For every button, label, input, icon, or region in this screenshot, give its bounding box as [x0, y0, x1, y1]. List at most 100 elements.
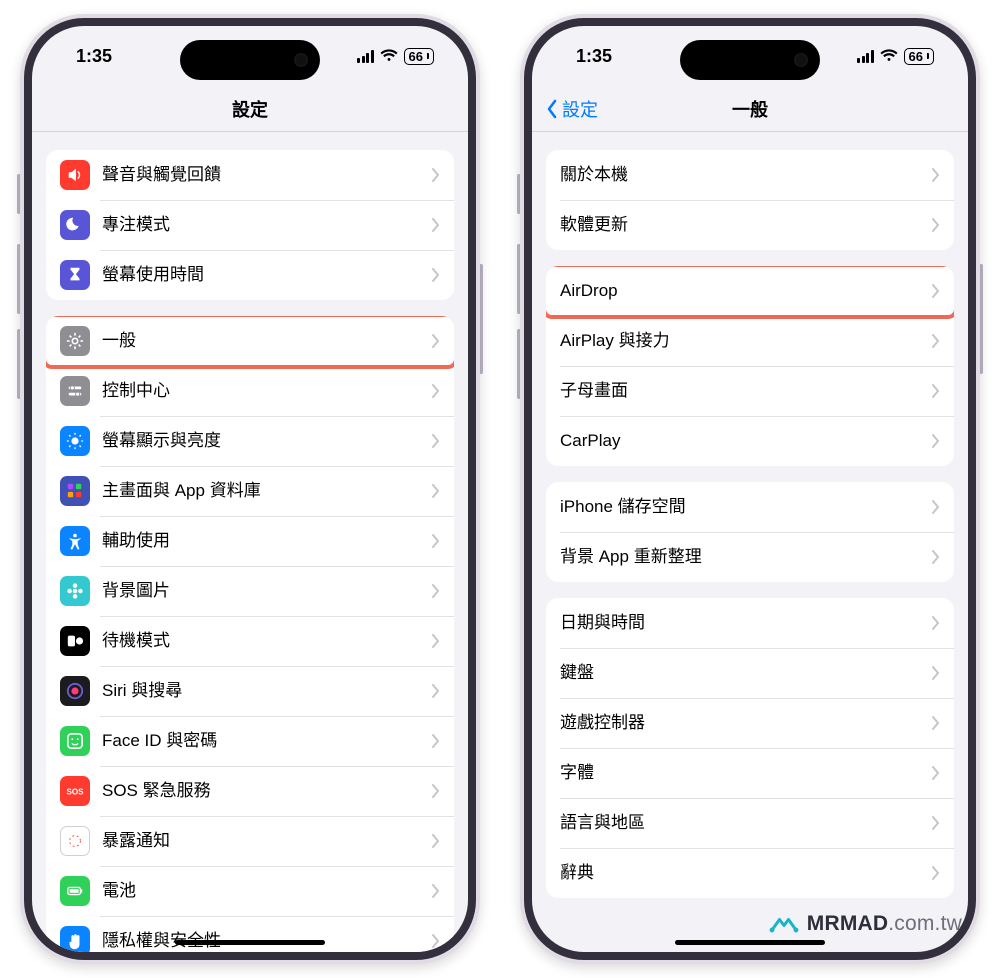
row-label: 聲音與觸覺回饋: [102, 164, 432, 185]
row-label: 專注模式: [102, 214, 432, 235]
row-label: 一般: [102, 330, 432, 351]
cellular-icon: [357, 50, 374, 63]
chevron-right-icon: [932, 616, 940, 630]
chevron-right-icon: [932, 716, 940, 730]
row-label: 辭典: [560, 862, 932, 883]
row-control[interactable]: 控制中心: [46, 366, 454, 416]
chevron-right-icon: [932, 168, 940, 182]
row-general[interactable]: 一般: [46, 316, 454, 366]
wifi-icon: [880, 49, 898, 63]
chevron-right-icon: [432, 218, 440, 232]
row-airplay[interactable]: AirPlay 與接力: [546, 316, 954, 366]
row-label: 背景圖片: [102, 580, 432, 601]
page-title: 設定: [232, 96, 268, 122]
chevron-right-icon: [932, 666, 940, 680]
general-list[interactable]: 關於本機軟體更新 AirDrop AirPlay 與接力子母畫面 CarPlay iPh…: [532, 132, 968, 952]
grid-icon: [60, 476, 90, 506]
status-time: 1:35: [576, 46, 612, 67]
watermark-suffix: .com.tw: [888, 912, 962, 935]
chevron-right-icon: [432, 934, 440, 948]
row-lang[interactable]: 語言與地區: [546, 798, 954, 848]
chevron-right-icon: [432, 434, 440, 448]
chevron-right-icon: [932, 384, 940, 398]
row-siri[interactable]: Siri 與搜尋: [46, 666, 454, 716]
chevron-right-icon: [432, 634, 440, 648]
chevron-right-icon: [432, 584, 440, 598]
row-label: 待機模式: [102, 630, 432, 651]
phone-general: 1:35 66 設定 一般 關於本機軟體更新 AirDrop AirPlay 與接力…: [520, 14, 980, 964]
page-title: 一般: [732, 96, 768, 122]
row-label: 螢幕使用時間: [102, 264, 432, 285]
row-storage[interactable]: iPhone 儲存空間: [546, 482, 954, 532]
chevron-right-icon: [432, 168, 440, 182]
row-bgapp[interactable]: 背景 App 重新整理: [546, 532, 954, 582]
phone-settings: 1:35 66 設定 聲音與觸覺回饋專注模式螢幕使用時間一般控制中心螢幕顯示與亮…: [20, 14, 480, 964]
home-indicator[interactable]: [675, 940, 825, 945]
row-label: 螢幕顯示與亮度: [102, 430, 432, 451]
row-standby[interactable]: 待機模式: [46, 616, 454, 666]
row-exposure[interactable]: 暴露通知: [46, 816, 454, 866]
exposure-icon: [60, 826, 90, 856]
row-pip[interactable]: 子母畫面: [546, 366, 954, 416]
row-datetime[interactable]: 日期與時間: [546, 598, 954, 648]
standby-icon: [60, 626, 90, 656]
status-time: 1:35: [76, 46, 112, 67]
row-label: 子母畫面: [560, 380, 932, 401]
row-sos[interactable]: SOS 緊急服務: [46, 766, 454, 816]
battery-icon: [60, 876, 90, 906]
sos-icon: [60, 776, 90, 806]
row-focus[interactable]: 專注模式: [46, 200, 454, 250]
wifi-icon: [380, 49, 398, 63]
stage: 1:35 66 設定 聲音與觸覺回饋專注模式螢幕使用時間一般控制中心螢幕顯示與亮…: [0, 0, 1000, 978]
battery-icon: 66: [404, 48, 434, 65]
row-update[interactable]: 軟體更新: [546, 200, 954, 250]
row-battery[interactable]: 電池: [46, 866, 454, 916]
row-about[interactable]: 關於本機: [546, 150, 954, 200]
row-label: 關於本機: [560, 164, 932, 185]
accessibility-icon: [60, 526, 90, 556]
watermark: MRMAD.com.tw: [769, 912, 962, 936]
battery-icon: 66: [904, 48, 934, 65]
row-faceid[interactable]: Face ID 與密碼: [46, 716, 454, 766]
settings-list[interactable]: 聲音與觸覺回饋專注模式螢幕使用時間一般控制中心螢幕顯示與亮度主畫面與 App 資…: [32, 132, 468, 952]
chevron-right-icon: [932, 550, 940, 564]
back-button[interactable]: 設定: [546, 96, 598, 122]
dynamic-island: [180, 40, 320, 80]
row-sounds[interactable]: 聲音與觸覺回饋: [46, 150, 454, 200]
row-label: 鍵盤: [560, 662, 932, 683]
chevron-right-icon: [932, 766, 940, 780]
chevron-right-icon: [432, 484, 440, 498]
chevron-right-icon: [432, 834, 440, 848]
chevron-right-icon: [432, 334, 440, 348]
dynamic-island: [680, 40, 820, 80]
row-label: SOS 緊急服務: [102, 780, 432, 801]
flower-icon: [60, 576, 90, 606]
navbar: 設定: [32, 86, 468, 132]
row-gamectrl[interactable]: 遊戲控制器: [546, 698, 954, 748]
row-dict[interactable]: 辭典: [546, 848, 954, 898]
row-label: AirPlay 與接力: [560, 330, 932, 351]
screen: 1:35 66 設定 聲音與觸覺回饋專注模式螢幕使用時間一般控制中心螢幕顯示與亮…: [32, 26, 468, 952]
row-fonts[interactable]: 字體: [546, 748, 954, 798]
home-indicator[interactable]: [175, 940, 325, 945]
chevron-right-icon: [432, 534, 440, 548]
row-display[interactable]: 螢幕顯示與亮度: [46, 416, 454, 466]
row-keyboard[interactable]: 鍵盤: [546, 648, 954, 698]
row-label: CarPlay: [560, 430, 932, 451]
row-screentime[interactable]: 螢幕使用時間: [46, 250, 454, 300]
row-carplay[interactable]: CarPlay: [546, 416, 954, 466]
row-access[interactable]: 輔助使用: [46, 516, 454, 566]
screen: 1:35 66 設定 一般 關於本機軟體更新 AirDrop AirPlay 與接力…: [532, 26, 968, 952]
row-home[interactable]: 主畫面與 App 資料庫: [46, 466, 454, 516]
chevron-right-icon: [932, 334, 940, 348]
row-label: 控制中心: [102, 380, 432, 401]
chevron-right-icon: [932, 434, 940, 448]
row-label: Face ID 與密碼: [102, 730, 432, 751]
row-wallpaper[interactable]: 背景圖片: [46, 566, 454, 616]
sliders-icon: [60, 376, 90, 406]
row-airdrop[interactable]: AirDrop: [546, 266, 954, 316]
row-label: 背景 App 重新整理: [560, 546, 932, 567]
faceid-icon: [60, 726, 90, 756]
row-privacy[interactable]: 隱私權與安全性: [46, 916, 454, 952]
chevron-right-icon: [932, 866, 940, 880]
